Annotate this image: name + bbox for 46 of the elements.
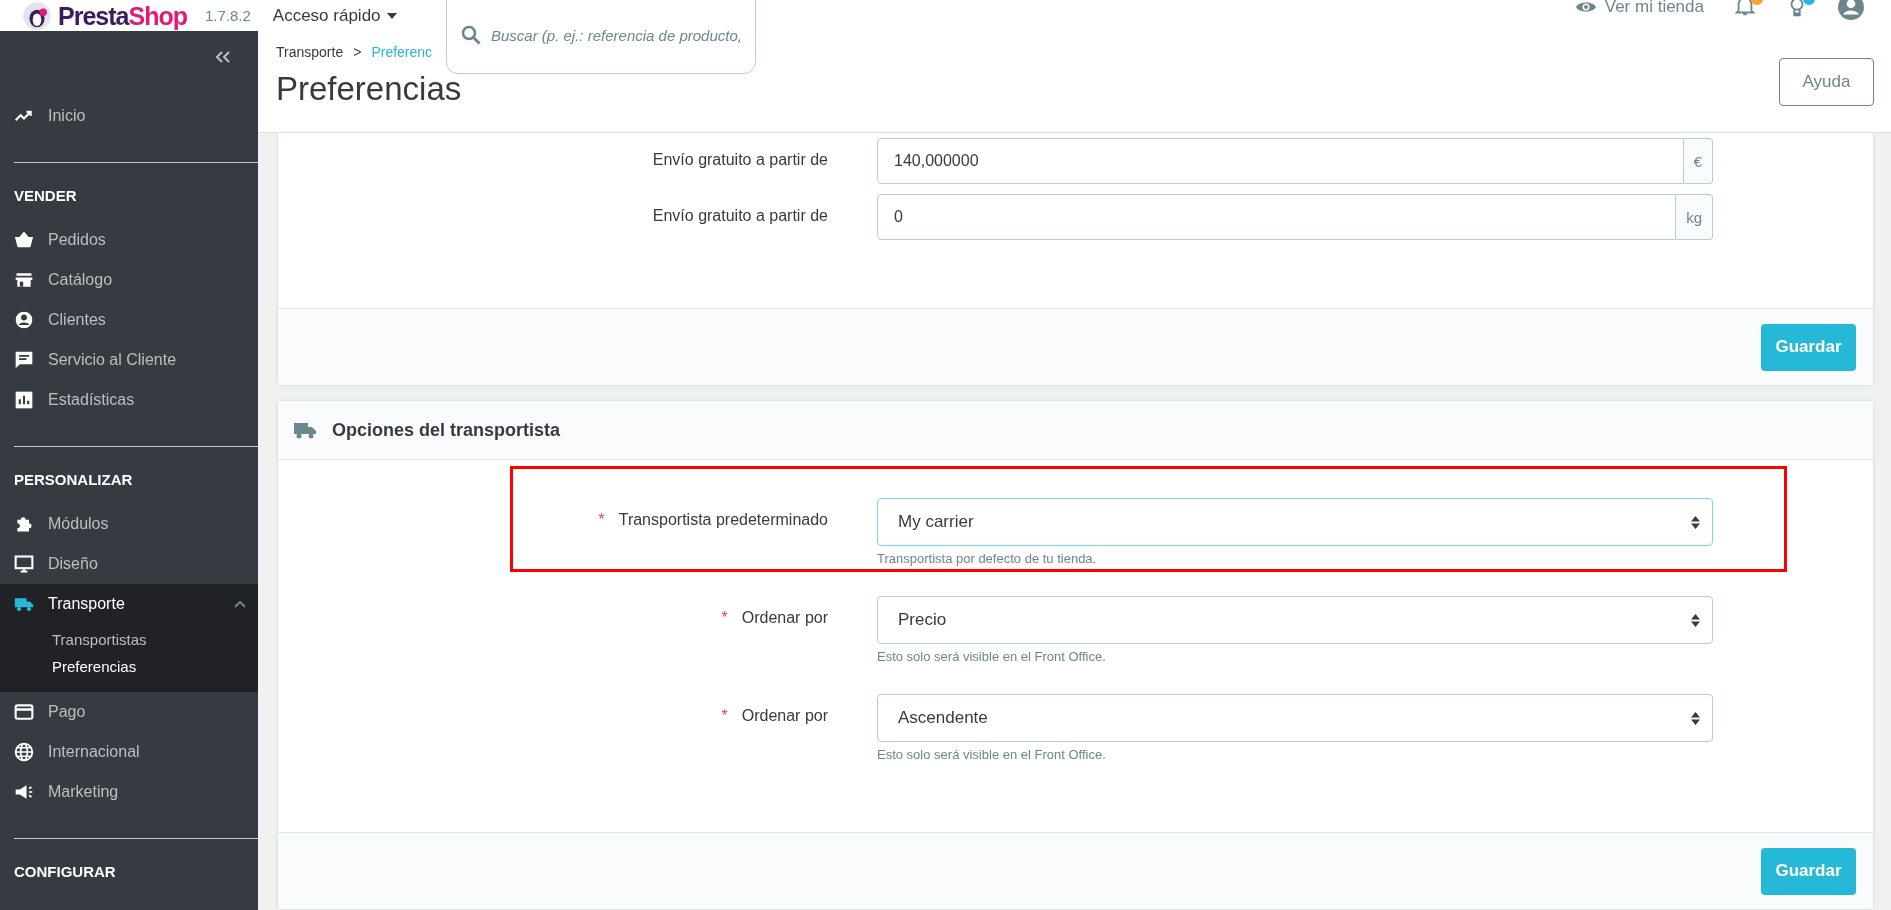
sidebar-item[interactable]: Pedidos [0,220,258,260]
help-text: Esto solo será visible en el Front Office. [877,747,1107,762]
breadcrumb-separator: > [353,44,362,60]
field-label: Envío gratuito a partir de [652,151,828,170]
sidebar-subitem[interactable]: Transportistas [0,626,258,653]
sidebar-item[interactable]: Pago [0,692,258,732]
help-text: Esto solo será visible en el Front Office. [877,649,1107,664]
dropdown[interactable]: My carrier [877,498,1713,546]
logo-text: PrestaShop [58,0,187,31]
sidebar-item[interactable]: Inicio [0,96,258,136]
view-store-link[interactable]: Ver mi tienda [1574,0,1704,17]
sidebar-item[interactable]: Diseño [0,544,258,584]
unit-label: € [1683,138,1713,184]
sidebar-section-title: CONFIGURAR [13,863,117,882]
field-label: Ordenar por [741,707,828,726]
version-label: 1.7.8.2 [204,7,251,24]
sidebar-item[interactable]: Servicio al Cliente [0,340,258,380]
search-field[interactable]: Buscar (p. ej.: referencia de producto, [491,26,741,44]
input-field[interactable]: 140,000000 [877,138,1684,184]
help-button[interactable]: Ayuda [1779,58,1874,106]
help-text: Transportista por defecto de tu tienda. [877,551,1098,566]
sidebar-section-title: VENDER [13,187,78,206]
sidebar-subitem[interactable]: Preferencias [0,653,258,680]
quick-access-dropdown[interactable]: Acceso rápido [268,5,401,26]
sidebar-item[interactable]: Internacional [0,732,258,772]
panel-title: Opciones del transportista [332,419,561,441]
sidebar-item[interactable]: Módulos [0,504,258,544]
sidebar-item[interactable]: Marketing [0,772,258,812]
view-store-text[interactable]: Ver mi tienda [1604,0,1704,17]
field-label: Ordenar por [741,609,828,628]
dropdown[interactable]: Precio [877,596,1713,644]
sidebar-item[interactable]: Estadísticas [0,380,258,420]
input-field[interactable]: 0 [877,194,1677,240]
field-label: Transportista predeterminado [618,511,828,530]
unit-label: kg [1676,194,1713,240]
required-mark: * [598,511,605,530]
required-mark: * [721,609,728,628]
breadcrumb-link[interactable]: Transporte [276,44,344,60]
dropdown[interactable]: Ascendente [877,694,1713,742]
required-mark: * [721,707,728,726]
page-title: Preferencias [276,70,462,108]
field-label: Envío gratuito a partir de [652,207,828,226]
sidebar-item[interactable]: Transporte [0,584,258,624]
sidebar-section-title: PERSONALIZAR [13,471,134,490]
sidebar-item[interactable]: Clientes [0,300,258,340]
sidebar-item[interactable]: Catálogo [0,260,258,300]
